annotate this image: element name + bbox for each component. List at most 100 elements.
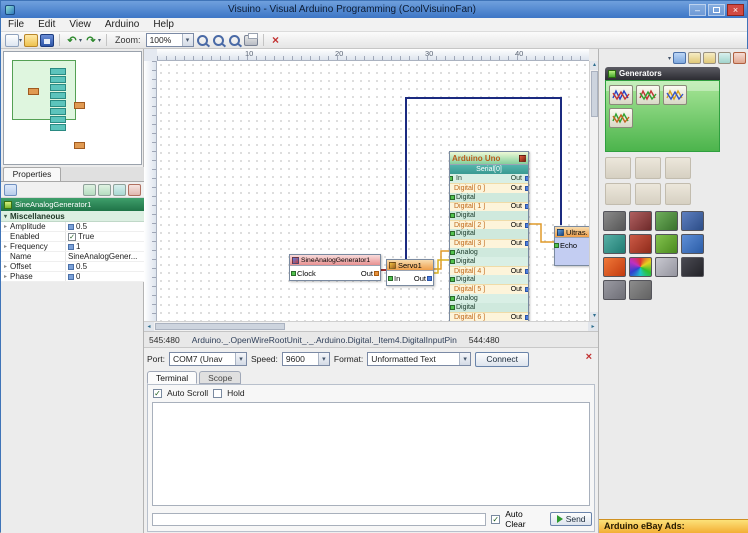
palette-category-icon[interactable] [603, 234, 626, 254]
checkbox-checked-icon[interactable]: ✓ [68, 233, 76, 241]
tab-terminal[interactable]: Terminal [147, 371, 197, 384]
port-combobox[interactable]: COM7 (Unav ▾ [169, 352, 247, 366]
property-category-row[interactable]: ▾ Miscellaneous [1, 211, 144, 222]
palette-category-icon[interactable] [603, 280, 626, 300]
tools-icon[interactable] [519, 155, 526, 162]
canvas-horizontal-scrollbar[interactable]: ◂ ▸ [144, 321, 598, 331]
palette-component-icon[interactable] [635, 157, 661, 179]
tab-properties[interactable]: Properties [3, 167, 61, 181]
ads-bar[interactable]: Arduino eBay Ads: [599, 519, 748, 533]
arduino-channel-row[interactable]: Digital[ 5 ]Out [450, 284, 528, 293]
palette-category-icon[interactable] [681, 257, 704, 277]
palette-category-icon[interactable] [655, 257, 678, 277]
save-icon[interactable] [40, 34, 54, 47]
view-mode-icon[interactable] [718, 52, 731, 64]
output-pin[interactable] [525, 223, 528, 228]
palette-category-icon[interactable] [603, 257, 626, 277]
new-project-icon[interactable] [5, 34, 19, 47]
output-pin[interactable] [525, 204, 528, 209]
zoom-combobox[interactable]: 100% ▾ [146, 33, 194, 47]
palette-component-icon[interactable] [605, 157, 631, 179]
chevron-down-icon[interactable]: ▾ [79, 37, 82, 44]
palette-component-icon[interactable] [605, 183, 631, 205]
send-button[interactable]: Send [550, 512, 592, 526]
close-panel-icon[interactable]: × [586, 351, 592, 363]
connect-button[interactable]: Connect [475, 352, 529, 367]
zoom-in-icon[interactable] [196, 34, 210, 47]
block-header[interactable]: SineAnalogGenerator1 [290, 255, 380, 266]
input-pin[interactable] [450, 176, 453, 181]
expand-arrow-icon[interactable]: ▸ [1, 223, 10, 230]
block-sine-analog-generator[interactable]: SineAnalogGenerator1 Clock Out [289, 254, 381, 281]
redo-icon[interactable]: ↷ [84, 34, 98, 47]
menu-item-file[interactable]: File [1, 19, 31, 30]
palette-component-icon[interactable] [665, 157, 691, 179]
output-pin[interactable] [525, 186, 528, 191]
canvas-vertical-scrollbar[interactable]: ▴ ▾ [589, 61, 598, 321]
generator-component-icon[interactable] [636, 85, 660, 105]
tab-scope[interactable]: Scope [199, 371, 241, 384]
property-row[interactable]: ▸Offset0.5 [1, 262, 144, 272]
collapse-arrow-icon[interactable]: ▾ [4, 213, 7, 220]
output-pin[interactable] [525, 315, 528, 320]
menu-item-arduino[interactable]: Arduino [98, 19, 146, 30]
format-combobox[interactable]: Unformatted Text ▾ [367, 352, 471, 366]
undo-icon[interactable]: ↶ [65, 34, 79, 47]
palette-category-icon[interactable] [655, 211, 678, 231]
output-pin[interactable] [525, 287, 528, 292]
block-header[interactable]: Arduino Uno [450, 152, 528, 165]
block-header[interactable]: Ultras... [555, 227, 589, 238]
palette-category-icon[interactable] [629, 234, 652, 254]
arduino-channel-row[interactable]: Digital[ 3 ]Out [450, 239, 528, 248]
property-value[interactable]: 0 [66, 272, 80, 281]
property-value[interactable]: ✓True [66, 232, 94, 241]
open-project-icon[interactable] [24, 34, 38, 47]
expand-arrow-icon[interactable]: ▸ [1, 263, 10, 270]
zoom-fit-icon[interactable] [228, 34, 242, 47]
pin-icon[interactable] [128, 184, 141, 196]
arduino-channel-row[interactable]: Digital[ 1 ]Out [450, 202, 528, 211]
scrollbar-thumb[interactable] [591, 71, 598, 117]
palette-category-icon[interactable] [629, 280, 652, 300]
output-pin[interactable] [525, 176, 528, 181]
analog-output-pin[interactable] [374, 271, 379, 276]
block-ultrasonic[interactable]: Ultras... Echo [554, 226, 589, 266]
palette-category-icon[interactable] [655, 234, 678, 254]
terminal-output[interactable] [152, 402, 590, 506]
category-generators-header[interactable]: Generators [605, 67, 720, 80]
property-row[interactable]: Enabled✓True [1, 232, 144, 242]
palette-category-icon[interactable] [603, 211, 626, 231]
arduino-channel-row[interactable]: Digital[ 2 ]Out [450, 220, 528, 229]
property-value[interactable]: 0.5 [66, 222, 87, 231]
generator-component-icon[interactable] [609, 108, 633, 128]
maximize-button[interactable] [708, 4, 725, 16]
chevron-down-icon[interactable]: ▾ [98, 37, 101, 44]
sort-alphabetical-icon[interactable] [98, 184, 111, 196]
output-pin[interactable] [525, 241, 528, 246]
servo-output-pin[interactable] [427, 276, 432, 281]
auto-scroll-checkbox[interactable]: ✓ [153, 389, 162, 398]
property-value[interactable]: 0.5 [66, 262, 87, 271]
collapse-all-icon[interactable] [688, 52, 701, 64]
menu-item-edit[interactable]: Edit [31, 19, 62, 30]
expand-arrow-icon[interactable]: ▸ [1, 243, 10, 250]
property-row[interactable]: ▸Phase0 [1, 272, 144, 282]
property-row[interactable]: NameSineAnalogGener... [1, 252, 144, 262]
property-row[interactable]: ▸Frequency1 [1, 242, 144, 252]
block-servo[interactable]: Servo1 In Out [386, 259, 434, 286]
scrollbar-thumb[interactable] [155, 323, 285, 330]
arduino-channel-row[interactable]: Digital[ 6 ]Out [450, 312, 528, 321]
property-row[interactable]: ▸Amplitude0.5 [1, 222, 144, 232]
speed-combobox[interactable]: 9600 ▾ [282, 352, 330, 366]
expand-all-icon[interactable] [703, 52, 716, 64]
filter-icon[interactable] [673, 52, 686, 64]
palette-category-icon[interactable] [629, 257, 652, 277]
chevron-down-icon[interactable]: ▾ [19, 37, 22, 44]
properties-view-icon[interactable] [4, 184, 17, 196]
palette-component-icon[interactable] [635, 183, 661, 205]
design-canvas[interactable]: SineAnalogGenerator1 Clock Out Servo1 In… [157, 61, 589, 321]
zoom-out-icon[interactable] [212, 34, 226, 47]
arduino-channel-row[interactable]: Digital[ 0 ]Out [450, 183, 528, 192]
hold-checkbox[interactable] [213, 389, 222, 398]
menu-item-view[interactable]: View [62, 19, 98, 30]
